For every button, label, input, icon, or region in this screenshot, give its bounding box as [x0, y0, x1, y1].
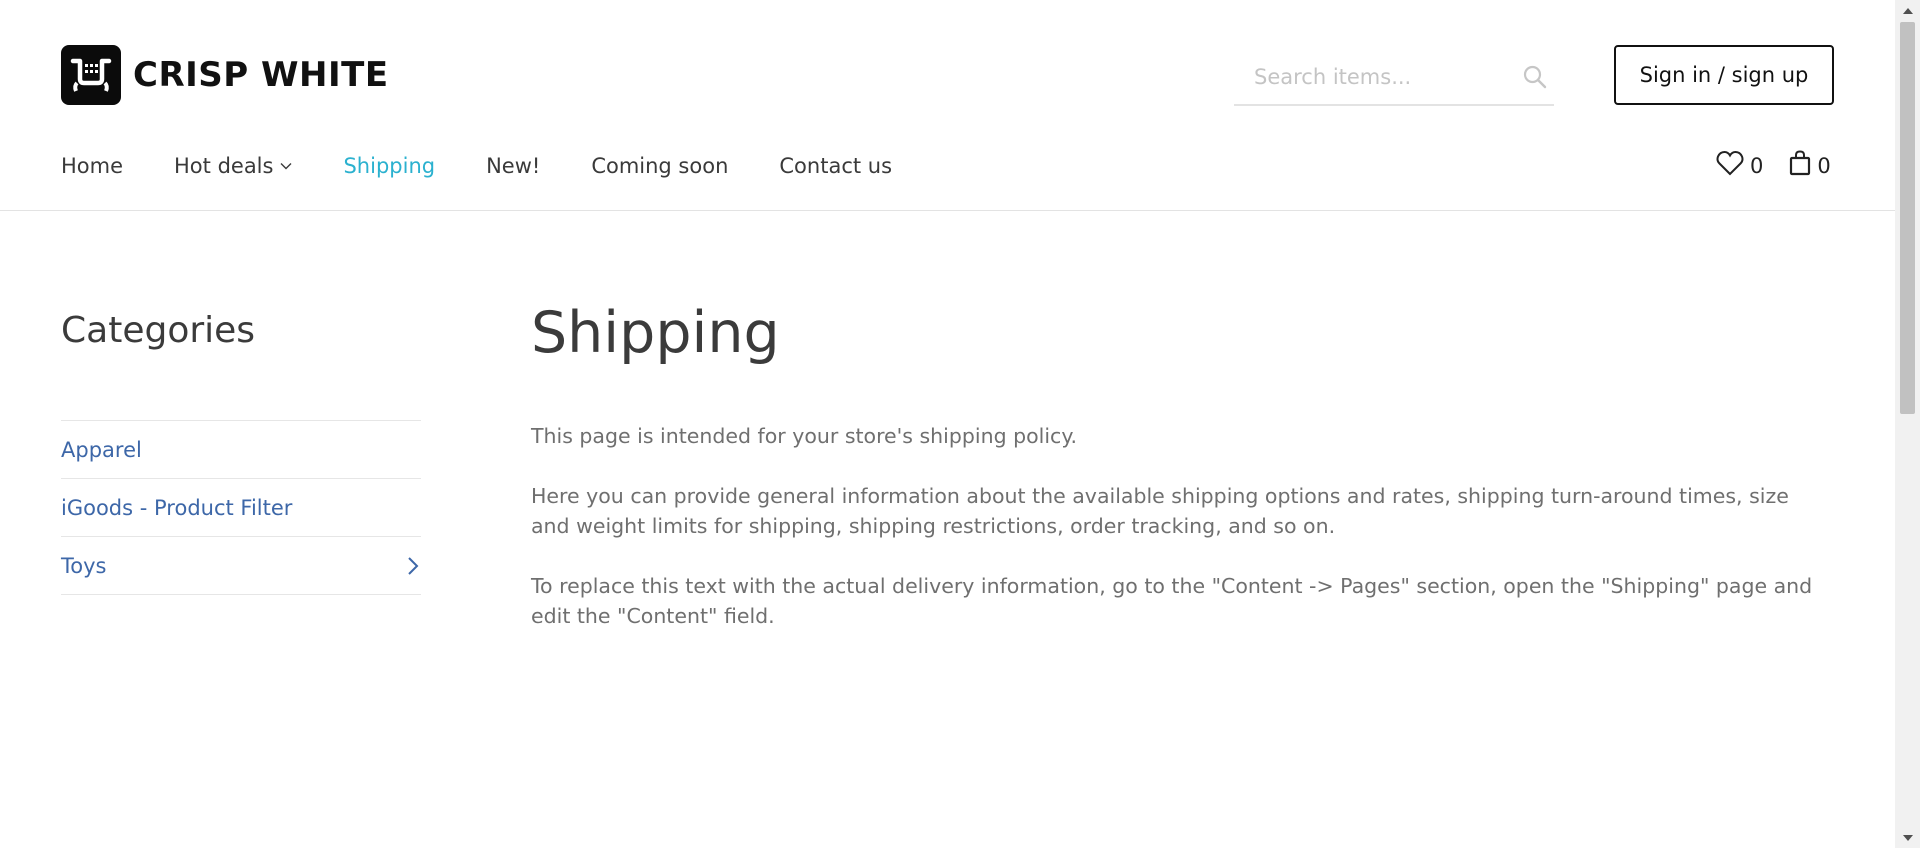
main-content: Shipping This page is intended for your …	[531, 298, 1831, 628]
scroll-down-arrow-icon[interactable]	[1895, 828, 1920, 848]
category-item-toys[interactable]: Toys	[61, 536, 421, 595]
main-nav: Home Hot deals Shipping New! Coming soon…	[61, 148, 943, 184]
header-counters: 0 0	[1716, 150, 1831, 181]
page-title: Shipping	[531, 300, 780, 366]
category-label: Toys	[61, 553, 107, 578]
nav-item-new[interactable]: New!	[486, 154, 540, 178]
nav-item-home[interactable]: Home	[61, 154, 123, 178]
logo[interactable]: CRISP WHITE	[61, 45, 389, 105]
wishlist-count: 0	[1750, 153, 1764, 178]
nav-item-label: Home	[61, 154, 124, 178]
nav-item-label: Hot deals	[174, 154, 274, 178]
category-list: Apparel iGoods - Product Filter Toys	[61, 420, 421, 595]
nav-item-contact-us[interactable]: Contact us	[779, 154, 892, 178]
categories-title: Categories	[61, 310, 256, 351]
scrollbar-thumb[interactable]	[1900, 22, 1915, 414]
nav-item-shipping[interactable]: Shipping	[343, 154, 435, 178]
header-divider	[0, 210, 1895, 211]
scroll-up-arrow-icon[interactable]	[1895, 0, 1920, 20]
shopping-bag-icon	[1789, 150, 1811, 181]
search-icon[interactable]	[1522, 57, 1548, 97]
nav-item-label: New!	[486, 154, 541, 178]
category-label: iGoods - Product Filter	[61, 495, 293, 520]
cart-button[interactable]: 0	[1789, 150, 1831, 181]
heart-icon	[1716, 150, 1744, 181]
wishlist-button[interactable]: 0	[1716, 150, 1763, 181]
search-input[interactable]	[1234, 56, 1522, 97]
content-paragraph: To replace this text with the actual del…	[531, 574, 1813, 628]
nav-item-label: Coming soon	[591, 154, 729, 178]
sign-in-button[interactable]: Sign in / sign up	[1614, 45, 1834, 105]
cart-count: 0	[1817, 153, 1831, 178]
nav-item-label: Shipping	[343, 154, 436, 178]
page: CRISP WHITE Sign in / sign up Home Hot d…	[0, 0, 1895, 848]
category-label: Apparel	[61, 437, 142, 462]
category-item-igoods-product-filter[interactable]: iGoods - Product Filter	[61, 478, 421, 536]
nav-item-coming-soon[interactable]: Coming soon	[591, 154, 728, 178]
search-box	[1234, 49, 1554, 106]
chevron-down-icon	[280, 162, 292, 170]
chevron-right-icon[interactable]	[407, 556, 419, 576]
nav-item-label: Contact us	[779, 154, 893, 178]
shopping-cart-logo-icon	[61, 45, 121, 105]
content-paragraph: Here you can provide general information…	[531, 484, 1789, 538]
vertical-scrollbar[interactable]	[1895, 0, 1920, 848]
category-item-apparel[interactable]: Apparel	[61, 420, 421, 478]
brand-name: CRISP WHITE	[133, 55, 389, 95]
categories-sidebar: Categories Apparel iGoods - Product Filt…	[61, 308, 421, 595]
content-paragraph: This page is intended for your store's s…	[531, 424, 1078, 448]
nav-item-hot-deals[interactable]: Hot deals	[174, 154, 292, 178]
